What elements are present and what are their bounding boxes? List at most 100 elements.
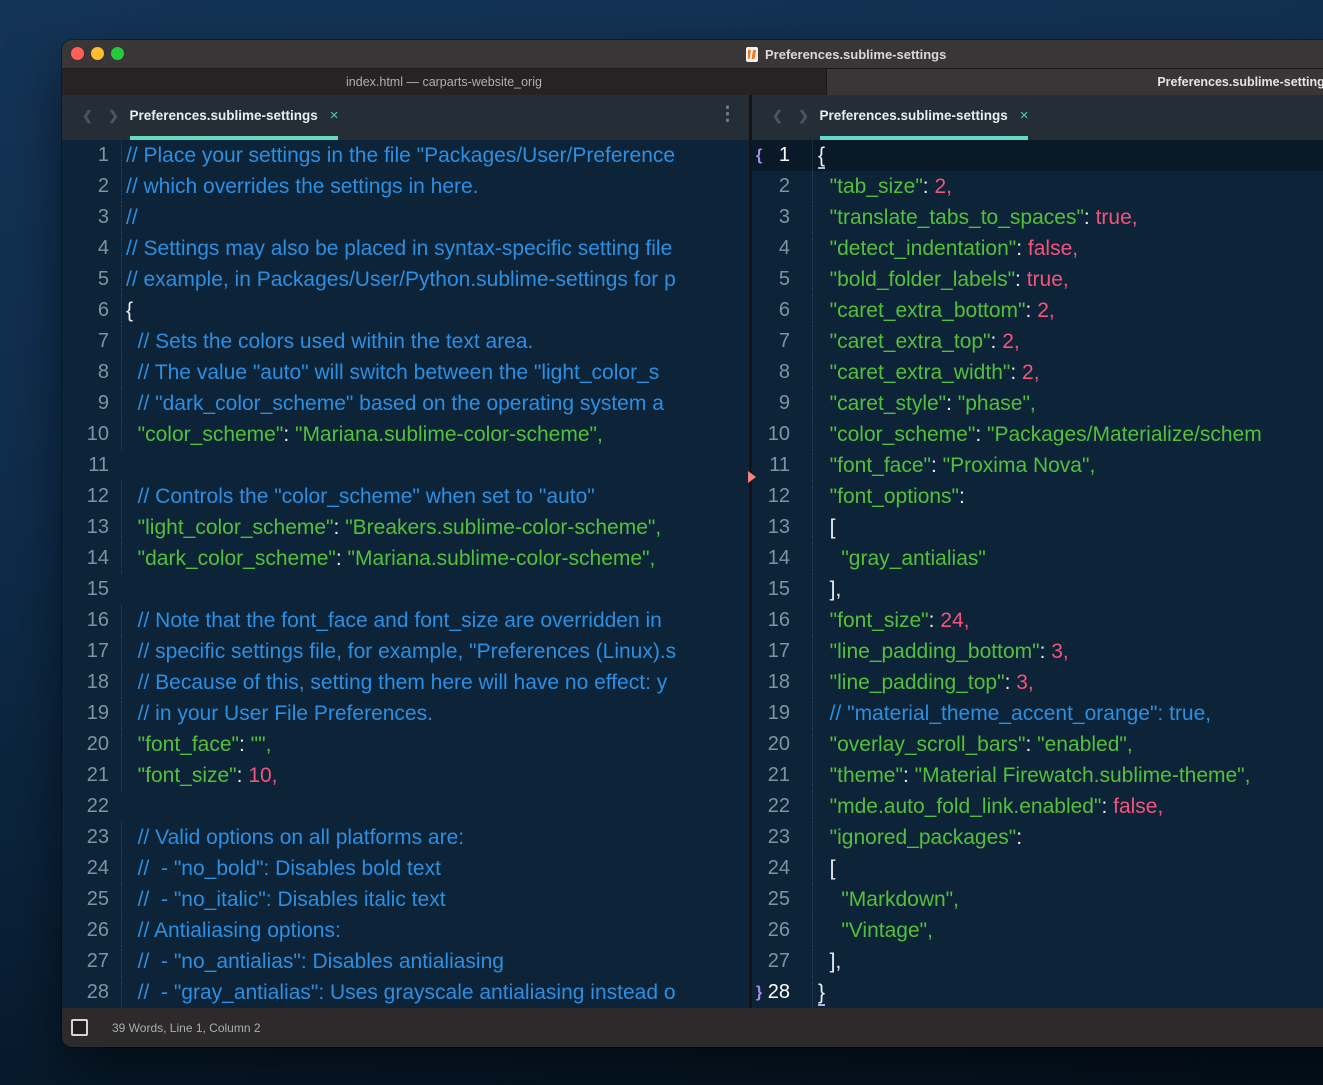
code-text[interactable]: // - "no_antialias": Disables antialiasi… xyxy=(121,946,749,977)
left-pane-tab-preferences[interactable]: Preferences.sublime-settings × xyxy=(130,95,338,140)
line-number[interactable]: 6 xyxy=(752,299,790,322)
code-text[interactable]: "font_face": "Proxima Nova", xyxy=(812,450,1323,481)
code-line[interactable]: 24 // - "no_bold": Disables bold text xyxy=(62,853,749,884)
code-text[interactable]: } xyxy=(812,977,1323,1008)
code-text[interactable]: // Valid options on all platforms are: xyxy=(121,822,749,853)
code-line[interactable]: 25 "Markdown", xyxy=(752,884,1323,915)
code-text[interactable]: { xyxy=(812,140,1323,171)
line-number[interactable]: 19 xyxy=(62,702,109,725)
code-text[interactable]: { xyxy=(121,295,749,326)
code-line[interactable]: 3 "translate_tabs_to_spaces": true, xyxy=(752,202,1323,233)
line-number[interactable]: 5 xyxy=(752,268,790,291)
code-line[interactable]: 14 "dark_color_scheme": "Mariana.sublime… xyxy=(62,543,749,574)
code-line[interactable]: 16 // Note that the font_face and font_s… xyxy=(62,605,749,636)
code-line[interactable]: {1{ xyxy=(752,140,1323,171)
close-window-button[interactable] xyxy=(71,47,84,60)
code-text[interactable]: "translate_tabs_to_spaces": true, xyxy=(812,202,1323,233)
code-line[interactable]: 23 // Valid options on all platforms are… xyxy=(62,822,749,853)
code-text[interactable]: "font_size": 24, xyxy=(812,605,1323,636)
code-text[interactable]: "bold_folder_labels": true, xyxy=(812,264,1323,295)
tab-close-icon[interactable]: × xyxy=(330,108,339,123)
code-text[interactable]: // Place your settings in the file "Pack… xyxy=(121,140,749,171)
line-number[interactable]: 8 xyxy=(62,361,109,384)
code-text[interactable]: "color_scheme": "Packages/Materialize/sc… xyxy=(812,419,1323,450)
line-number[interactable]: 10 xyxy=(62,423,109,446)
code-line[interactable]: 1 // Place your settings in the file "Pac… xyxy=(62,140,749,171)
code-line[interactable]: 8 "caret_extra_width": 2, xyxy=(752,357,1323,388)
code-text[interactable]: "line_padding_top": 3, xyxy=(812,667,1323,698)
code-line[interactable]: 19 // in your User File Preferences. xyxy=(62,698,749,729)
code-line[interactable]: 12 // Controls the "color_scheme" when s… xyxy=(62,481,749,512)
code-line[interactable]: 26 "Vintage", xyxy=(752,915,1323,946)
line-number[interactable]: 24 xyxy=(752,857,790,880)
line-number[interactable]: 5 xyxy=(62,268,109,291)
line-number[interactable]: 26 xyxy=(62,919,109,942)
line-number[interactable]: 6 xyxy=(62,299,109,322)
code-line[interactable]: 18 // Because of this, setting them here… xyxy=(62,667,749,698)
code-line[interactable]: 13 [ xyxy=(752,512,1323,543)
line-number[interactable]: 16 xyxy=(62,609,109,632)
code-text[interactable]: [ xyxy=(812,853,1323,884)
line-number[interactable]: 7 xyxy=(62,330,109,353)
code-text[interactable]: // - "no_bold": Disables bold text xyxy=(121,853,749,884)
code-line[interactable]: 6{ xyxy=(62,295,749,326)
code-text[interactable]: "caret_extra_width": 2, xyxy=(812,357,1323,388)
code-line[interactable]: 6 "caret_extra_bottom": 2, xyxy=(752,295,1323,326)
line-number[interactable]: 28 xyxy=(62,981,109,1004)
status-square-icon[interactable] xyxy=(71,1019,88,1036)
code-text[interactable]: "detect_indentation": false, xyxy=(812,233,1323,264)
code-line[interactable]: 19 // "material_theme_accent_orange": tr… xyxy=(752,698,1323,729)
code-line[interactable]: 17 // specific settings file, for exampl… xyxy=(62,636,749,667)
code-text[interactable]: "mde.auto_fold_link.enabled": false, xyxy=(812,791,1323,822)
minimize-window-button[interactable] xyxy=(91,47,104,60)
line-number[interactable]: 12 xyxy=(62,485,109,508)
code-text[interactable]: "Vintage", xyxy=(812,915,1323,946)
line-number[interactable]: 8 xyxy=(752,361,790,384)
zoom-window-button[interactable] xyxy=(111,47,124,60)
code-line[interactable]: 12 "font_options": xyxy=(752,481,1323,512)
line-number[interactable]: 12 xyxy=(752,485,790,508)
code-line[interactable]: 11 "font_face": "Proxima Nova", xyxy=(752,450,1323,481)
line-number[interactable]: 22 xyxy=(752,795,790,818)
line-number[interactable]: 11 xyxy=(752,454,790,477)
code-line[interactable]: 27 ], xyxy=(752,946,1323,977)
line-number[interactable]: 17 xyxy=(62,640,109,663)
code-text[interactable]: // - "no_italic": Disables italic text xyxy=(121,884,749,915)
code-text[interactable]: "font_face": "", xyxy=(121,729,749,760)
line-number[interactable]: 25 xyxy=(752,888,790,911)
line-number[interactable]: 11 xyxy=(62,454,109,477)
code-line[interactable]: 3// xyxy=(62,202,749,233)
line-number[interactable]: 1 xyxy=(62,144,109,167)
code-line[interactable]: 11 xyxy=(62,450,749,481)
line-number[interactable]: 7 xyxy=(752,330,790,353)
line-number[interactable]: 24 xyxy=(62,857,109,880)
code-line[interactable]: 18 "line_padding_top": 3, xyxy=(752,667,1323,698)
code-line[interactable]: 17 "line_padding_bottom": 3, xyxy=(752,636,1323,667)
code-line[interactable]: 21 "font_size": 10, xyxy=(62,760,749,791)
code-text[interactable]: ], xyxy=(812,574,1323,605)
line-number[interactable]: 18 xyxy=(752,671,790,694)
right-pane-tab-preferences[interactable]: Preferences.sublime-settings × xyxy=(820,95,1028,140)
code-text[interactable]: // Because of this, setting them here wi… xyxy=(121,667,749,698)
native-tab-index-html[interactable]: index.html — carparts-website_orig xyxy=(62,69,827,95)
line-number[interactable]: 23 xyxy=(752,826,790,849)
line-number[interactable]: 4 xyxy=(752,237,790,260)
tab-forward-arrow-icon[interactable]: ❯ xyxy=(798,95,809,136)
code-text[interactable]: "dark_color_scheme": "Mariana.sublime-co… xyxy=(121,543,749,574)
code-text[interactable]: "gray_antialias" xyxy=(812,543,1323,574)
line-number[interactable]: 26 xyxy=(752,919,790,942)
code-line[interactable]: 10 "color_scheme": "Mariana.sublime-colo… xyxy=(62,419,749,450)
code-text[interactable]: [ xyxy=(812,512,1323,543)
code-text[interactable]: // Note that the font_face and font_size… xyxy=(121,605,749,636)
code-text[interactable]: "ignored_packages": xyxy=(812,822,1323,853)
code-line[interactable]: 7 // Sets the colors used within the tex… xyxy=(62,326,749,357)
line-number[interactable]: 9 xyxy=(752,392,790,415)
code-text[interactable]: // Antialiasing options: xyxy=(121,915,749,946)
code-line[interactable]: 5 "bold_folder_labels": true, xyxy=(752,264,1323,295)
line-number[interactable]: 13 xyxy=(752,516,790,539)
left-pane-code-area[interactable]: 1 // Place your settings in the file "Pac… xyxy=(62,140,749,1008)
code-line[interactable]: 13 "light_color_scheme": "Breakers.subli… xyxy=(62,512,749,543)
code-line[interactable]: 22 xyxy=(62,791,749,822)
native-tab-preferences[interactable]: Preferences.sublime-settings xyxy=(827,69,1323,95)
code-line[interactable]: 20 "overlay_scroll_bars": "enabled", xyxy=(752,729,1323,760)
